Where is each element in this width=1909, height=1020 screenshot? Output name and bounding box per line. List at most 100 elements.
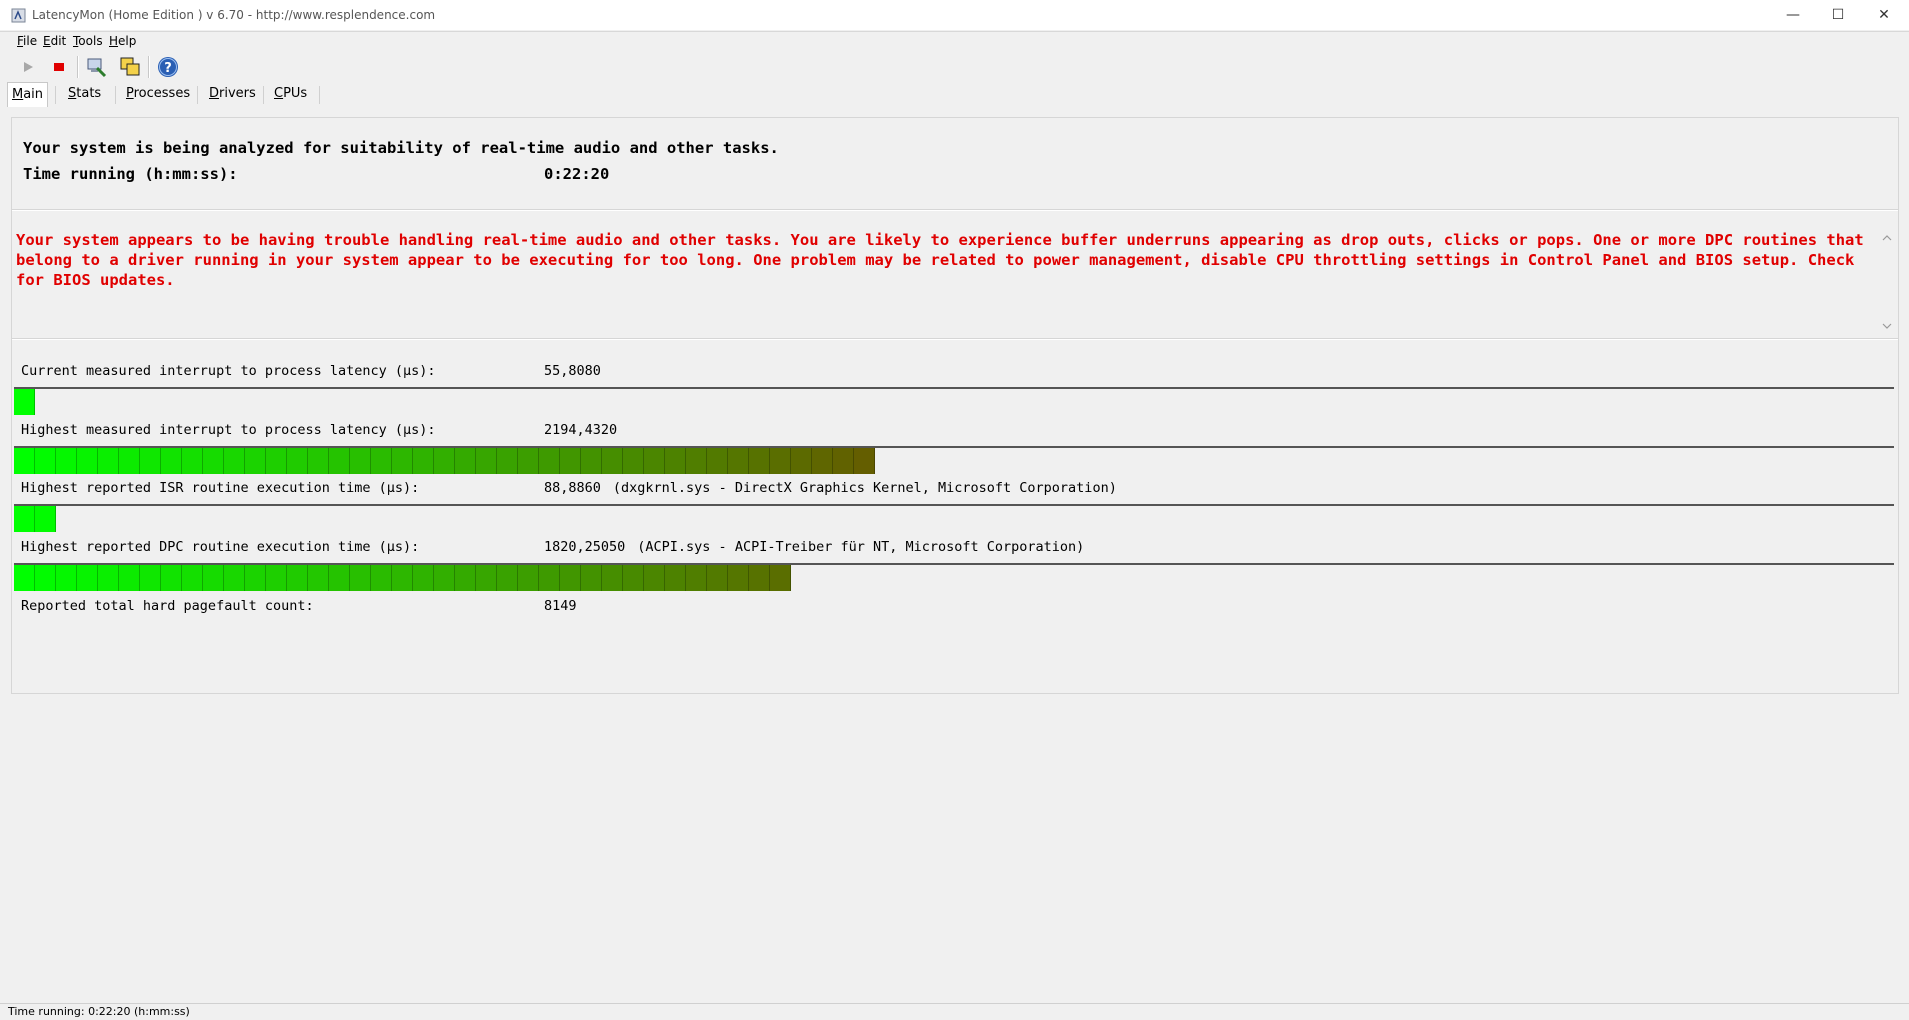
- bar-segment: [35, 506, 56, 532]
- bar-segment: [308, 565, 329, 591]
- start-button[interactable]: [15, 54, 41, 80]
- play-icon: [24, 62, 33, 72]
- stop-button[interactable]: [46, 54, 72, 80]
- windows-button[interactable]: [117, 54, 143, 80]
- menu-edit-accel: E: [43, 34, 51, 48]
- pagefault-label: Reported total hard pagefault count:: [21, 598, 314, 614]
- bar-segment: [77, 448, 98, 474]
- title-bar: LatencyMon (Home Edition ) v 6.70 - http…: [0, 0, 1909, 30]
- status-bar: Time running: 0:22:20 (h:mm:ss): [0, 1003, 1909, 1020]
- tab-drivers-label: rivers: [219, 86, 256, 101]
- bar-segment: [224, 565, 245, 591]
- status-text: Time running: 0:22:20 (h:mm:ss): [8, 1005, 190, 1018]
- latency-bar-highest: [14, 446, 1894, 476]
- bar-segment: [812, 448, 833, 474]
- bar-segment: [581, 448, 602, 474]
- help-button[interactable]: ?: [155, 54, 181, 80]
- main-panel: Your system is being analyzed for suitab…: [11, 117, 1899, 694]
- bar-segment: [287, 565, 308, 591]
- monitor-button[interactable]: [84, 54, 110, 80]
- app-icon: [11, 8, 26, 23]
- bar-segment: [140, 448, 161, 474]
- tab-stats[interactable]: Stats: [64, 84, 105, 104]
- bar-segment: [791, 448, 812, 474]
- tab-processes-accel: P: [126, 86, 134, 101]
- bar-segment: [245, 448, 266, 474]
- menu-help[interactable]: Help: [109, 34, 136, 48]
- dpc-bar: [14, 563, 1894, 593]
- metric-value-current-latency: 55,8080: [544, 363, 601, 379]
- bar-segment: [539, 565, 560, 591]
- menu-edit[interactable]: Edit: [43, 34, 66, 48]
- metric-number: 2194,4320: [544, 422, 618, 438]
- bar-segment: [308, 448, 329, 474]
- bar-segment: [413, 448, 434, 474]
- bar-segment: [686, 565, 707, 591]
- bar-segment: [644, 448, 665, 474]
- bar-segment: [623, 448, 644, 474]
- bar-segment: [623, 565, 644, 591]
- tab-processes[interactable]: Processes: [122, 84, 194, 104]
- bar-segment: [749, 448, 770, 474]
- bar-fill: [14, 448, 875, 474]
- menu-help-label: elp: [118, 34, 137, 48]
- toolbar-separator: [148, 56, 150, 78]
- time-running-label: Time running (h:mm:ss):: [23, 165, 238, 183]
- menu-edit-label: dit: [50, 34, 67, 48]
- bar-segment: [770, 448, 791, 474]
- isr-bar: [14, 504, 1894, 534]
- close-button[interactable]: ✕: [1861, 0, 1907, 30]
- warning-scrollbar[interactable]: [1878, 228, 1896, 336]
- tab-main-label: ain: [23, 87, 44, 102]
- bar-segment: [560, 448, 581, 474]
- bar-segment: [98, 448, 119, 474]
- bar-segment: [560, 565, 581, 591]
- maximize-button[interactable]: ☐: [1815, 0, 1861, 30]
- close-icon: ✕: [1878, 7, 1890, 23]
- scroll-arrows-icon: [1882, 235, 1892, 329]
- bar-fill: [14, 389, 35, 415]
- menu-file-label: ile: [23, 34, 38, 48]
- latency-bar-current: [14, 387, 1894, 417]
- metric-label-current-latency: Current measured interrupt to process la…: [21, 363, 436, 379]
- menu-tools[interactable]: Tools: [73, 34, 103, 48]
- bar-segment: [350, 448, 371, 474]
- bar-segment: [392, 565, 413, 591]
- section-divider: [12, 209, 1898, 211]
- tab-drivers[interactable]: Drivers: [205, 84, 260, 104]
- tab-cpus-label: PUs: [283, 86, 308, 101]
- metric-number: 55,8080: [544, 363, 601, 379]
- windows-icon: [120, 57, 140, 76]
- bar-segment: [35, 448, 56, 474]
- menu-file[interactable]: File: [17, 34, 37, 48]
- bar-segment: [224, 448, 245, 474]
- tab-main[interactable]: Main: [7, 82, 49, 107]
- maximize-icon: ☐: [1831, 7, 1845, 23]
- bar-segment: [476, 448, 497, 474]
- bar-segment: [518, 448, 539, 474]
- bar-segment: [539, 448, 560, 474]
- tab-separator: [197, 86, 198, 104]
- bar-segment: [182, 565, 203, 591]
- bar-segment: [56, 565, 77, 591]
- bar-segment: [602, 448, 623, 474]
- minimize-button[interactable]: —: [1770, 0, 1816, 30]
- bar-segment: [56, 448, 77, 474]
- window-title: LatencyMon (Home Edition ) v 6.70 - http…: [32, 8, 436, 22]
- monitor-icon: [87, 58, 107, 78]
- bar-segment: [119, 448, 140, 474]
- bar-segment: [98, 565, 119, 591]
- toolbar-separator: [77, 56, 79, 78]
- bar-segment: [665, 565, 686, 591]
- bar-segment: [14, 506, 35, 532]
- tab-drivers-accel: D: [209, 86, 220, 101]
- tab-cpus[interactable]: CPUs: [270, 84, 311, 104]
- warning-message: Your system appears to be having trouble…: [16, 231, 1864, 289]
- bar-segment: [455, 565, 476, 591]
- bar-segment: [707, 448, 728, 474]
- bar-segment: [707, 565, 728, 591]
- bar-segment: [350, 565, 371, 591]
- tab-separator: [319, 86, 320, 104]
- bar-segment: [434, 448, 455, 474]
- tab-stats-label: tats: [76, 86, 102, 101]
